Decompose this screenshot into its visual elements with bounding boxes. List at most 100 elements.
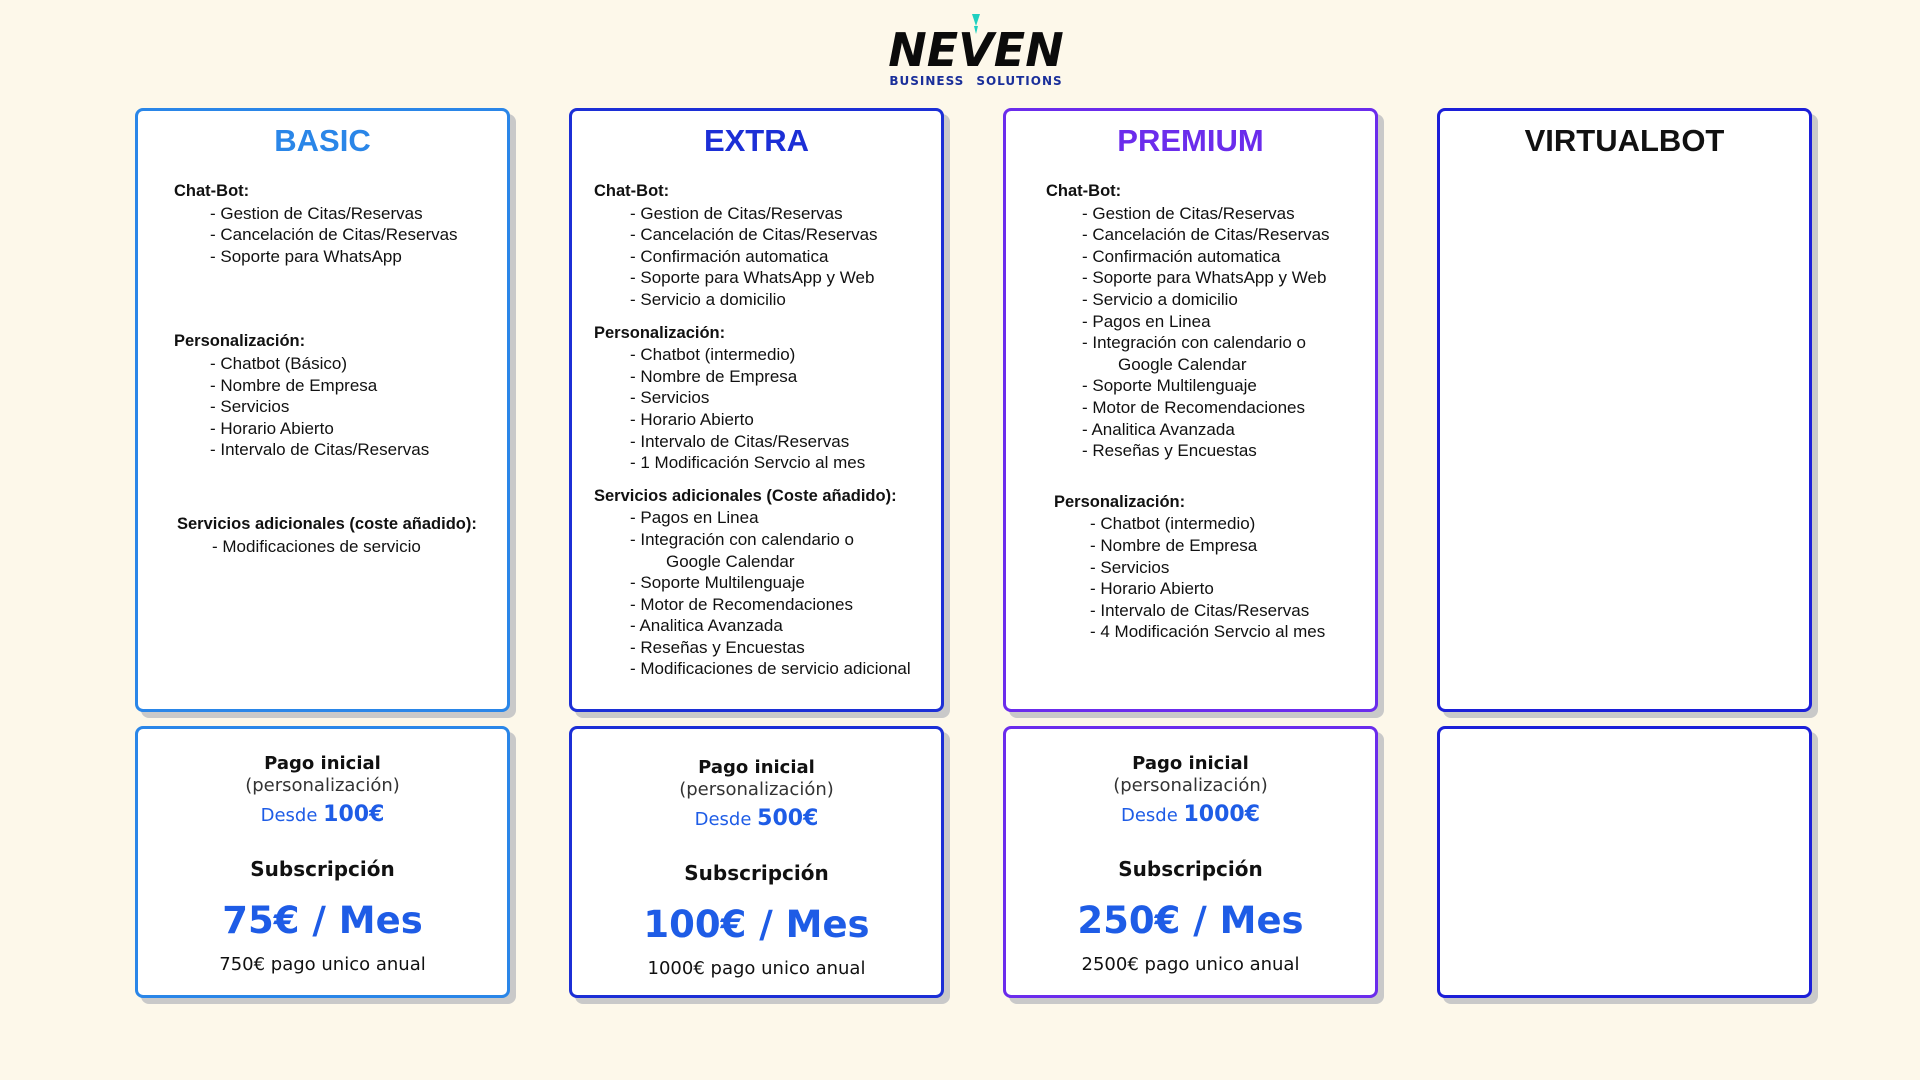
initial-price: Desde 1000€: [1006, 802, 1375, 827]
pricing-card-basic: Pago inicial (personalización) Desde 100…: [135, 726, 510, 998]
initial-payment-label: Pago inicial: [1132, 753, 1249, 774]
initial-price-value: 100€: [323, 802, 385, 827]
feature-item: - Reseñas y Encuestas: [1082, 441, 1257, 461]
plan-card-basic: BASIC Chat-Bot: - Gestion de Citas/Reser…: [135, 108, 510, 712]
logo-wordmark: NEVEN: [888, 23, 1063, 72]
logo-tagline: BUSINESS SOLUTIONS: [876, 74, 1076, 88]
subscription-price: 75€ / Mes: [222, 899, 423, 942]
feature-item: - Modificaciones de servicio: [212, 536, 421, 556]
feature-item: - Chatbot (Básico): [210, 353, 347, 373]
annual-price: 2500€ pago unico anual: [1081, 954, 1300, 975]
feature-item: Google Calendar: [666, 551, 795, 571]
feature-item: - Integración con calendario o: [630, 529, 854, 549]
plan-card-premium: PREMIUM Chat-Bot: - Gestion de Citas/Res…: [1003, 108, 1378, 712]
feature-item: - Horario Abierto: [1090, 579, 1214, 599]
desde-label: Desde: [260, 805, 318, 826]
initial-payment-label: Pago inicial: [698, 757, 815, 778]
initial-payment-sub: (personalización): [679, 779, 834, 800]
feature-item: - Nombre de Empresa: [630, 366, 798, 386]
initial-payment-label: Pago inicial: [264, 753, 381, 774]
section-heading: Servicios adicionales (coste añadido):: [177, 514, 477, 533]
plan-title: PREMIUM: [1117, 123, 1264, 158]
feature-item: - Servicios: [630, 388, 710, 408]
feature-item: - Motor de Recomendaciones: [1082, 397, 1306, 417]
desde-label: Desde: [694, 809, 752, 830]
feature-item: - Gestion de Citas/Reservas: [210, 203, 423, 223]
feature-item: - Horario Abierto: [210, 418, 334, 438]
feature-item: - 1 Modificación Servcio al mes: [630, 453, 866, 473]
section-heading: Servicios adicionales (Coste añadido):: [594, 486, 897, 505]
subscription-price: 100€ / Mes: [643, 903, 870, 946]
neven-logo-icon: NEVEN: [888, 14, 1064, 72]
feature-item: - Pagos en Linea: [630, 508, 759, 528]
pricing-block: Pago inicial (personalización) Desde 100…: [1006, 753, 1375, 975]
subscription-label: Subscripción: [1118, 857, 1263, 881]
plan-card-extra: EXTRA Chat-Bot: - Gestion de Citas/Reser…: [569, 108, 944, 712]
section-heading: Personalización:: [174, 332, 306, 351]
feature-list: Chat-Bot: - Gestion de Citas/Reservas - …: [1046, 181, 1369, 643]
feature-item: - Reseñas y Encuestas: [630, 637, 805, 657]
feature-item: - Soporte Multilenguaje: [630, 573, 805, 593]
section-heading: Chat-Bot:: [1046, 182, 1122, 200]
tagline-solutions: SOLUTIONS: [976, 74, 1063, 88]
feature-list: Chat-Bot: - Gestion de Citas/Reservas - …: [594, 181, 935, 680]
subscription-price: 250€ / Mes: [1077, 899, 1304, 942]
feature-item: - Pagos en Linea: [1082, 311, 1211, 331]
feature-item: - Chatbot (intermedio): [1090, 514, 1256, 534]
subscription-label: Subscripción: [684, 861, 829, 885]
feature-item: - Cancelación de Citas/Reservas: [630, 225, 878, 245]
feature-item: - Cancelación de Citas/Reservas: [210, 225, 458, 245]
feature-item: - Modificaciones de servicio adicional: [630, 659, 911, 679]
initial-price: Desde 100€: [138, 802, 507, 827]
feature-item: - Integración con calendario o: [1082, 333, 1306, 353]
feature-item: - Soporte para WhatsApp y Web: [1082, 268, 1327, 288]
feature-item: Google Calendar: [1118, 354, 1247, 374]
section-heading: Chat-Bot:: [174, 182, 250, 200]
pricing-card-virtualbot: [1437, 726, 1812, 998]
feature-item: - Soporte para WhatsApp y Web: [630, 268, 875, 288]
feature-item: - Intervalo de Citas/Reservas: [1090, 600, 1310, 620]
feature-item: - Soporte Multilenguaje: [1082, 376, 1257, 396]
feature-item: - Servicios: [1090, 557, 1170, 577]
feature-item: - Nombre de Empresa: [210, 375, 378, 395]
feature-item: - Servicio a domicilio: [1082, 289, 1238, 309]
initial-price-value: 500€: [757, 806, 819, 831]
brand-logo: NEVEN BUSINESS SOLUTIONS: [876, 12, 1076, 90]
plan-card-virtualbot: VIRTUALBOT: [1437, 108, 1812, 712]
feature-list: Chat-Bot: - Gestion de Citas/Reservas - …: [174, 181, 501, 557]
section-heading: Chat-Bot:: [594, 182, 670, 200]
feature-item: - Servicio a domicilio: [630, 289, 786, 309]
annual-price: 750€ pago unico anual: [219, 954, 426, 975]
pricing-card-premium: Pago inicial (personalización) Desde 100…: [1003, 726, 1378, 998]
feature-item: - Analitica Avanzada: [630, 616, 783, 636]
initial-price: Desde 500€: [572, 806, 941, 831]
plan-title: EXTRA: [703, 123, 810, 158]
desde-label: Desde: [1120, 805, 1178, 826]
section-heading: Personalización:: [594, 323, 726, 342]
initial-payment-sub: (personalización): [1113, 775, 1268, 796]
pricing-block: Pago inicial (personalización) Desde 500…: [572, 757, 941, 979]
feature-item: - Intervalo de Citas/Reservas: [630, 431, 850, 451]
initial-payment-sub: (personalización): [245, 775, 400, 796]
feature-item: - Servicios: [210, 397, 290, 417]
feature-item: - Horario Abierto: [630, 409, 754, 429]
feature-item: - 4 Modificación Servcio al mes: [1090, 622, 1326, 642]
initial-price-value: 1000€: [1183, 802, 1261, 827]
feature-item: - Analitica Avanzada: [1082, 419, 1235, 439]
pricing-card-extra: Pago inicial (personalización) Desde 500…: [569, 726, 944, 998]
subscription-label: Subscripción: [250, 857, 395, 881]
feature-item: - Confirmación automatica: [630, 246, 829, 266]
plan-title: VIRTUALBOT: [1524, 123, 1725, 158]
feature-item: - Intervalo de Citas/Reservas: [210, 440, 430, 460]
feature-item: - Gestion de Citas/Reservas: [630, 203, 843, 223]
pricing-block: Pago inicial (personalización) Desde 100…: [138, 753, 507, 975]
feature-item: - Motor de Recomendaciones: [630, 594, 854, 614]
feature-item: - Cancelación de Citas/Reservas: [1082, 225, 1330, 245]
annual-price: 1000€ pago unico anual: [647, 958, 866, 979]
feature-item: - Gestion de Citas/Reservas: [1082, 203, 1295, 223]
tagline-business: BUSINESS: [889, 74, 965, 88]
feature-item: - Chatbot (intermedio): [630, 345, 796, 365]
feature-item: - Confirmación automatica: [1082, 246, 1281, 266]
section-heading: Personalización:: [1054, 492, 1186, 511]
feature-item: - Soporte para WhatsApp: [210, 246, 402, 266]
